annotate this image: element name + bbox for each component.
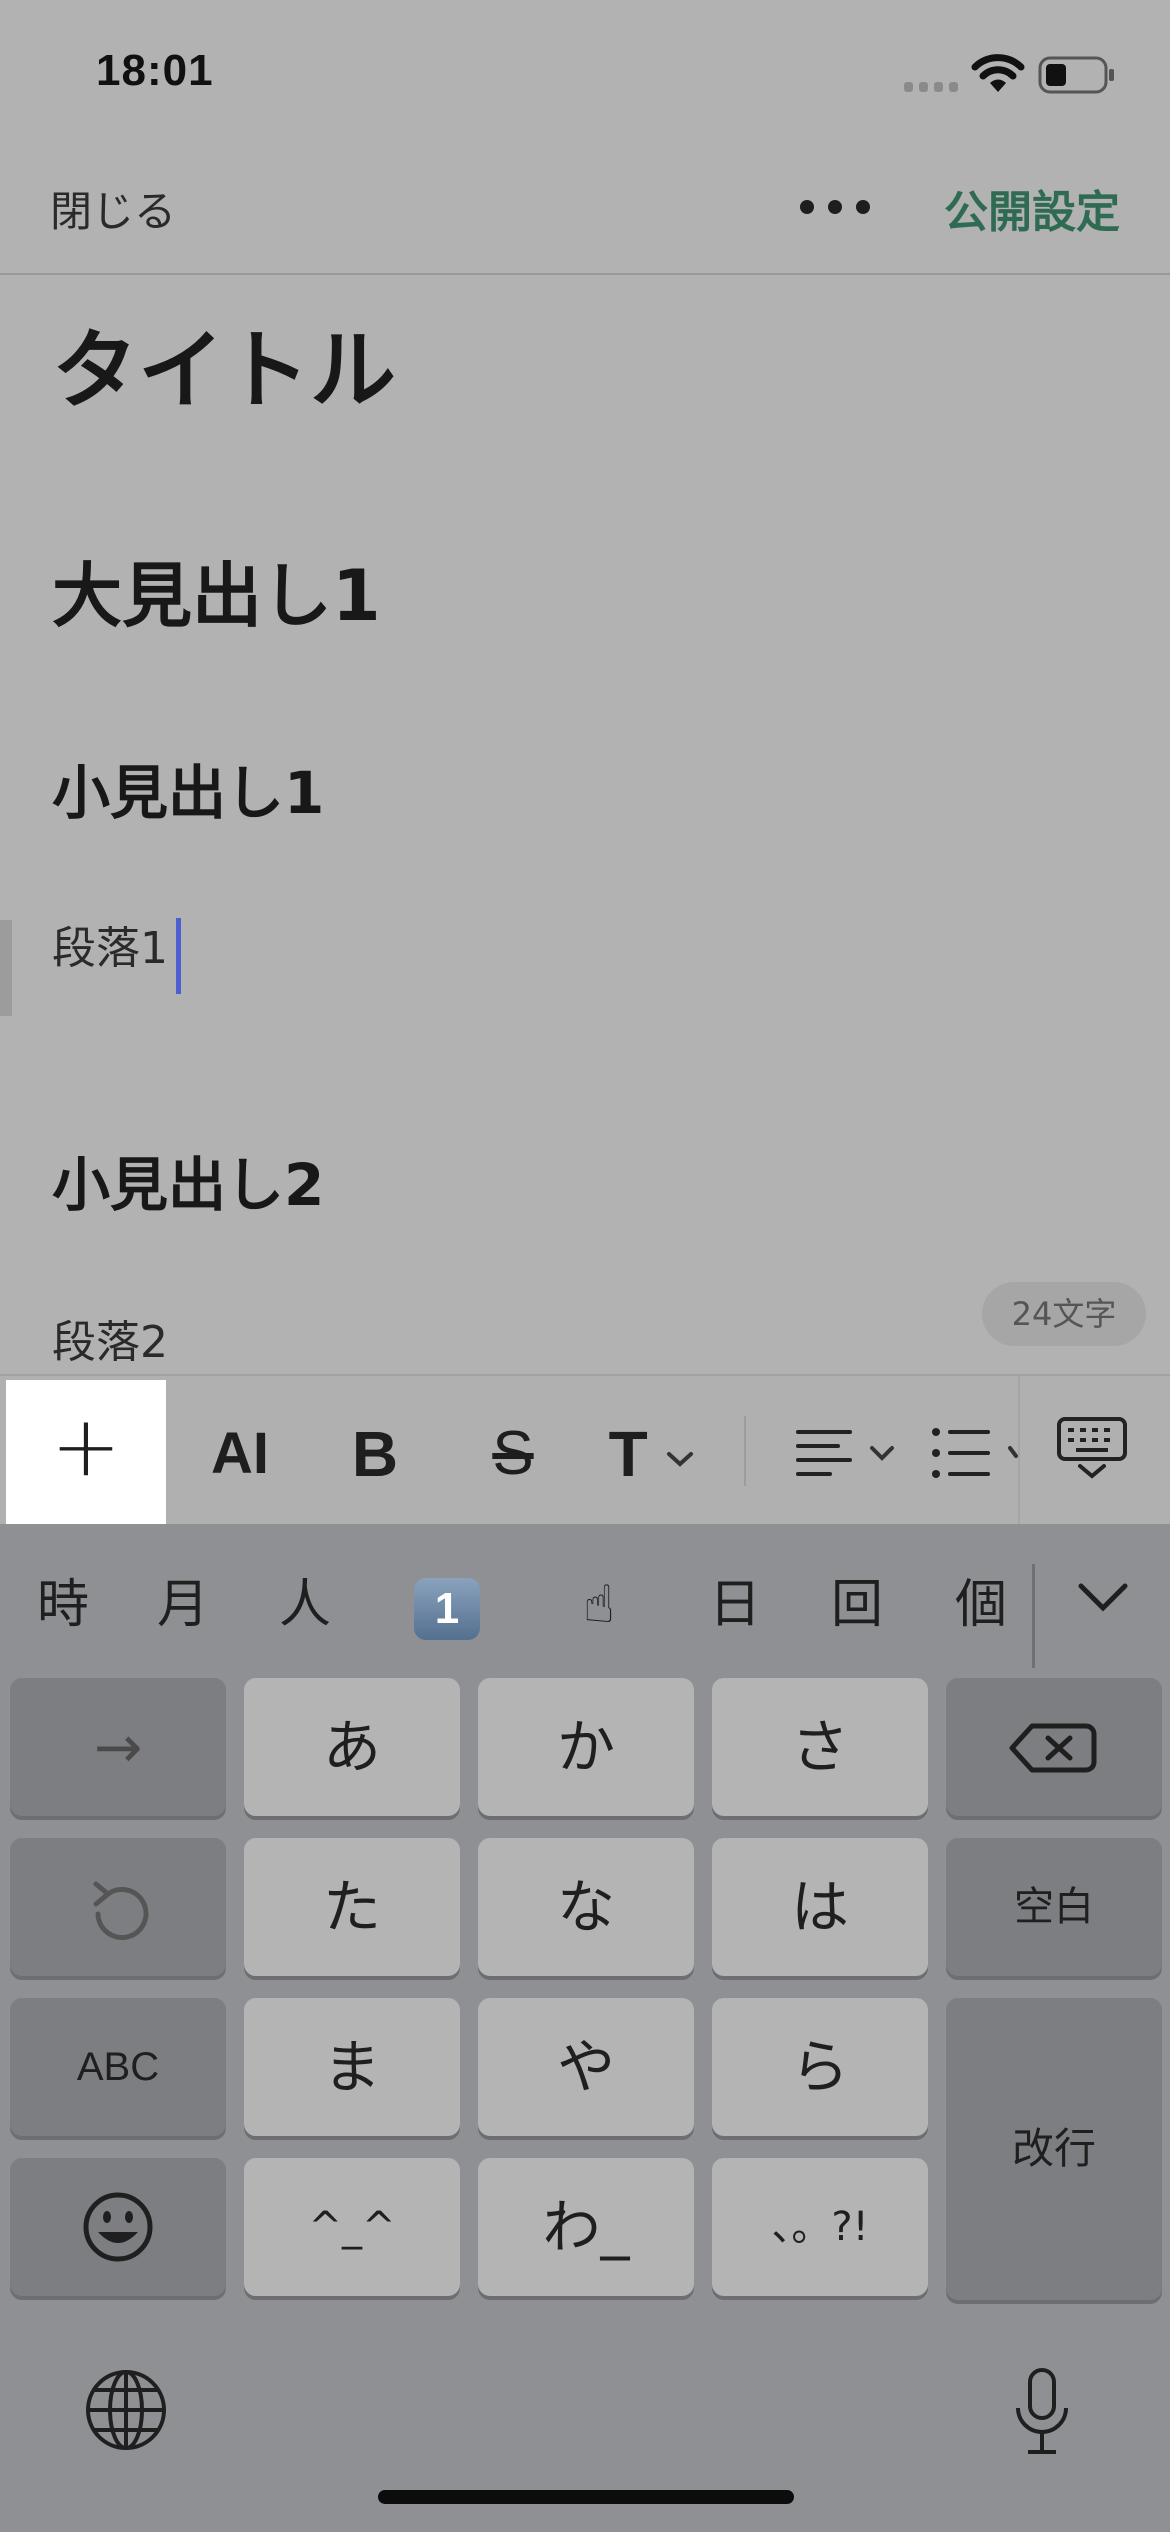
japanese-keyboard: 時 月 人 1 ☝ 日 回 個 → あ か さ た な は 空白 ABC ま や…	[0, 1524, 1170, 2532]
wifi-icon	[971, 54, 1025, 92]
backspace-icon	[1009, 1723, 1097, 1773]
punctuation-key[interactable]: 、。?!	[712, 2158, 928, 2296]
undo-icon	[93, 1881, 149, 1940]
candidate-word[interactable]: 時	[28, 1570, 98, 1640]
key-ta[interactable]: た	[244, 1838, 460, 1976]
space-key[interactable]: 空白	[946, 1838, 1162, 1976]
key-ka[interactable]: か	[478, 1678, 694, 1816]
subheading-1[interactable]: 小見出し1	[52, 746, 324, 830]
subheading-2[interactable]: 小見出し2	[52, 1138, 324, 1222]
candidate-word[interactable]: 月	[148, 1570, 218, 1640]
paragraph-2[interactable]: 段落2	[52, 1306, 168, 1370]
emoji-face-icon	[83, 2192, 153, 2262]
align-left-icon[interactable]	[794, 1426, 906, 1482]
chevron-down-icon	[667, 1452, 694, 1467]
abc-mode-key[interactable]: ABC	[10, 1998, 226, 2136]
delete-key[interactable]	[946, 1678, 1162, 1816]
bullet-list-icon[interactable]	[930, 1426, 1018, 1482]
format-toolbar: + AI B S T	[0, 1374, 1170, 1526]
enter-key[interactable]: 改行	[946, 1998, 1162, 2300]
close-button[interactable]: 閉じる	[50, 178, 176, 239]
kaomoji-key[interactable]: ^_^	[244, 2158, 460, 2296]
ai-assist-button[interactable]: AI	[200, 1414, 280, 1494]
add-block-button[interactable]: +	[6, 1380, 166, 1524]
bold-button[interactable]: B	[340, 1414, 410, 1494]
key-ha[interactable]: は	[712, 1838, 928, 1976]
toolbar-divider-keyboard	[1018, 1376, 1020, 1526]
key-ma[interactable]: ま	[244, 1998, 460, 2136]
plus-icon: +	[50, 1397, 122, 1495]
candidate-word[interactable]: 個	[946, 1570, 1016, 1640]
pointing-up-emoji[interactable]: ☝	[564, 1570, 634, 1640]
key-ya[interactable]: や	[478, 1998, 694, 2136]
emoji-key[interactable]	[10, 2158, 226, 2296]
key-na[interactable]: な	[478, 1838, 694, 1976]
arrow-right-icon: →	[93, 1713, 143, 1781]
microphone-icon[interactable]	[1010, 2366, 1074, 2458]
candidate-bar: 時 月 人 1 ☝ 日 回 個	[0, 1524, 1170, 1674]
hide-keyboard-icon[interactable]	[1056, 1416, 1128, 1480]
undo-key[interactable]	[10, 1838, 226, 1976]
candidate-word[interactable]: 人	[270, 1570, 340, 1640]
globe-icon[interactable]	[84, 2368, 168, 2452]
status-time: 18:01	[96, 46, 214, 95]
more-options-button[interactable]	[800, 200, 870, 214]
nav-divider	[0, 273, 1170, 275]
text-style-label: T	[608, 1418, 648, 1490]
publish-settings-button[interactable]: 公開設定	[944, 176, 1120, 240]
toolbar-divider	[744, 1416, 746, 1486]
home-indicator	[378, 2490, 794, 2504]
next-candidate-key[interactable]: →	[10, 1678, 226, 1816]
character-count-badge: 24文字	[982, 1282, 1146, 1346]
heading-1[interactable]: 大見出し1	[52, 540, 381, 641]
candidate-divider	[1032, 1564, 1035, 1668]
more-dots-icon	[800, 200, 814, 214]
key-wa[interactable]: わ_	[478, 2158, 694, 2296]
battery-icon	[1038, 56, 1114, 94]
article-title[interactable]: タイトル	[52, 300, 396, 425]
keycap-one-emoji[interactable]: 1	[414, 1578, 480, 1640]
key-sa[interactable]: さ	[712, 1678, 928, 1816]
key-a[interactable]: あ	[244, 1678, 460, 1816]
active-block-marker	[0, 920, 12, 1016]
paragraph-1[interactable]: 段落1	[52, 912, 168, 976]
chevron-down-icon[interactable]	[1076, 1580, 1130, 1616]
cellular-signal-icon	[904, 82, 960, 92]
candidate-word[interactable]: 日	[700, 1570, 770, 1640]
strikethrough-button[interactable]: S	[478, 1414, 548, 1494]
text-style-button[interactable]: T	[602, 1414, 702, 1494]
key-ra[interactable]: ら	[712, 1998, 928, 2136]
candidate-word[interactable]: 回	[822, 1570, 892, 1640]
text-caret	[176, 918, 181, 994]
